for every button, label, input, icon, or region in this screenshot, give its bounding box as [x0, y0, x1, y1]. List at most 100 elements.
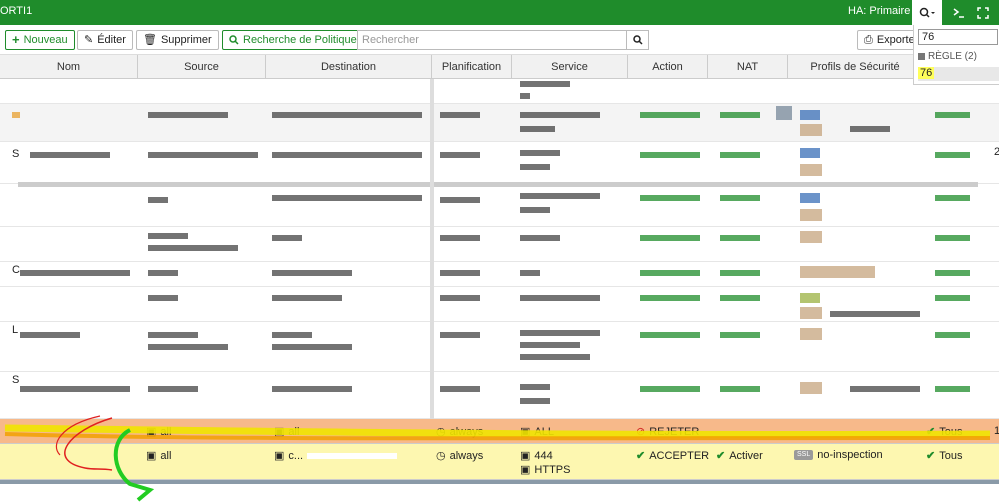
address-icon: ▣	[146, 426, 157, 438]
column-header-name[interactable]: Nom	[0, 55, 138, 79]
security-profile-value: no-inspection	[817, 449, 883, 461]
result-group[interactable]: RÈGLE (2)	[918, 51, 977, 62]
schedule-icon: ◷	[436, 450, 446, 462]
action-value: ACCEPTER	[649, 449, 710, 462]
policy-search-label: Recherche de Politique	[243, 34, 357, 46]
schedule-cell: ◷ always	[436, 425, 484, 439]
row-name-fragment: C	[12, 264, 20, 276]
table-row[interactable]: S	[0, 372, 999, 419]
top-bar: ORTI1 HA: Primaire	[0, 0, 999, 25]
column-header-security-profiles[interactable]: Profils de Sécurité	[788, 55, 923, 79]
service-value: HTTPS	[534, 463, 571, 476]
source-cell: ▣ all	[146, 425, 172, 439]
extra-value: 1	[994, 425, 999, 437]
address-icon: ▣	[146, 450, 157, 462]
fullscreen-icon[interactable]	[968, 0, 998, 25]
schedule-value: always	[449, 425, 484, 438]
service-cell-2: ▣ HTTPS	[520, 463, 571, 477]
ssl-badge: SSL	[794, 450, 814, 460]
search-icon	[229, 35, 239, 45]
new-button[interactable]: + Nouveau	[5, 30, 75, 50]
log-value: Tous	[939, 425, 963, 438]
service-icon: ▣	[520, 464, 531, 476]
edit-button[interactable]: ✎ Éditer	[77, 30, 133, 50]
pencil-icon: ✎	[84, 34, 94, 46]
destination-value: c...	[288, 449, 304, 462]
service-icon: ▣	[520, 450, 531, 462]
plus-icon: +	[12, 32, 20, 47]
column-header-action[interactable]: Action	[628, 55, 708, 79]
search-icon[interactable]	[912, 0, 942, 25]
column-header-service[interactable]: Service	[512, 55, 628, 79]
policy-row-accept[interactable]: ▣ all ▣ c... ◷ always ▣ 444 ▣ HTTPS ✔ AC…	[0, 444, 999, 480]
check-icon: ✔	[926, 426, 936, 438]
policy-table-body: S 2 C L S	[0, 79, 999, 419]
column-header-source[interactable]: Source	[138, 55, 266, 79]
export-icon: ⎙	[864, 34, 873, 46]
policy-row-reject[interactable]: ▣ all ▣ all ◷ always ▣ ALL ⊘ REJETER ✔ T…	[0, 419, 999, 444]
deny-icon: ⊘	[636, 426, 646, 438]
policy-search-button[interactable]: Recherche de Politique	[222, 30, 364, 50]
table-row[interactable]	[0, 227, 999, 262]
search-dropdown: 76 RÈGLE (2) 76	[913, 25, 999, 85]
column-header-destination[interactable]: Destination	[266, 55, 432, 79]
delete-button[interactable]: 🗑 Supprimer	[136, 30, 219, 50]
destination-cell: ▣ c...	[274, 449, 398, 462]
source-cell: ▣ all	[146, 449, 172, 463]
search-input[interactable]: Rechercher	[357, 30, 627, 50]
delete-label: Supprimer	[160, 34, 212, 46]
side-value: 2	[994, 146, 999, 158]
log-value: Tous	[939, 449, 963, 462]
collapse-icon	[918, 53, 925, 60]
table-header: Nom Source Destination Planification Ser…	[0, 55, 999, 79]
log-cell: ✔ Tous	[926, 425, 963, 439]
service-cell: ▣ ALL	[520, 425, 554, 439]
source-value: all	[160, 449, 172, 462]
action-cell: ⊘ REJETER	[636, 425, 700, 439]
schedule-icon: ◷	[436, 426, 446, 438]
trash-icon: 🗑	[143, 34, 157, 46]
column-header-schedule[interactable]: Planification	[432, 55, 512, 79]
security-profile-cell: SSL no-inspection	[794, 449, 883, 461]
column-header-nat[interactable]: NAT	[708, 55, 788, 79]
destination-value: all	[288, 425, 300, 438]
row-name-fragment: S	[12, 148, 20, 160]
toolbar: + Nouveau ✎ Éditer 🗑 Supprimer Recherche…	[0, 25, 999, 55]
table-row[interactable]	[0, 104, 999, 142]
table-row[interactable]: S 2	[0, 142, 999, 184]
service-cell: ▣ 444	[520, 449, 553, 463]
footer	[0, 484, 999, 504]
search-result-label: 76	[918, 67, 935, 79]
search-result-item[interactable]: 76	[918, 67, 999, 81]
row-name-fragment: S	[12, 374, 20, 386]
check-icon: ✔	[926, 450, 936, 462]
result-group-label: RÈGLE (2)	[928, 51, 977, 62]
action-cell: ✔ ACCEPTER	[636, 449, 710, 463]
schedule-value: always	[449, 449, 484, 462]
service-value: 444	[534, 449, 553, 462]
source-value: all	[160, 425, 172, 438]
nat-value: Activer	[729, 449, 763, 462]
device-title: ORTI1	[0, 5, 33, 17]
action-value: REJETER	[649, 425, 700, 438]
table-row[interactable]	[0, 287, 999, 322]
schedule-cell: ◷ always	[436, 449, 484, 463]
edit-label: Éditer	[97, 34, 126, 46]
table-row[interactable]: L	[0, 322, 999, 372]
table-row[interactable]	[0, 79, 999, 104]
nat-cell: ✔ Activer	[716, 449, 763, 463]
table-row[interactable]	[0, 187, 999, 227]
row-name-fragment: L	[12, 324, 19, 336]
address-icon: ▣	[274, 450, 285, 462]
service-value: ALL	[534, 425, 554, 438]
search-icon	[632, 35, 643, 45]
check-icon: ✔	[716, 450, 726, 462]
dropdown-search-input[interactable]: 76	[918, 29, 998, 45]
destination-cell: ▣ all	[274, 425, 300, 439]
table-row[interactable]: C	[0, 262, 999, 287]
address-icon: ▣	[274, 426, 285, 438]
new-label: Nouveau	[23, 34, 68, 46]
column-resize-divider	[430, 79, 434, 419]
log-cell: ✔ Tous	[926, 449, 963, 463]
search-submit-button[interactable]	[627, 30, 649, 50]
